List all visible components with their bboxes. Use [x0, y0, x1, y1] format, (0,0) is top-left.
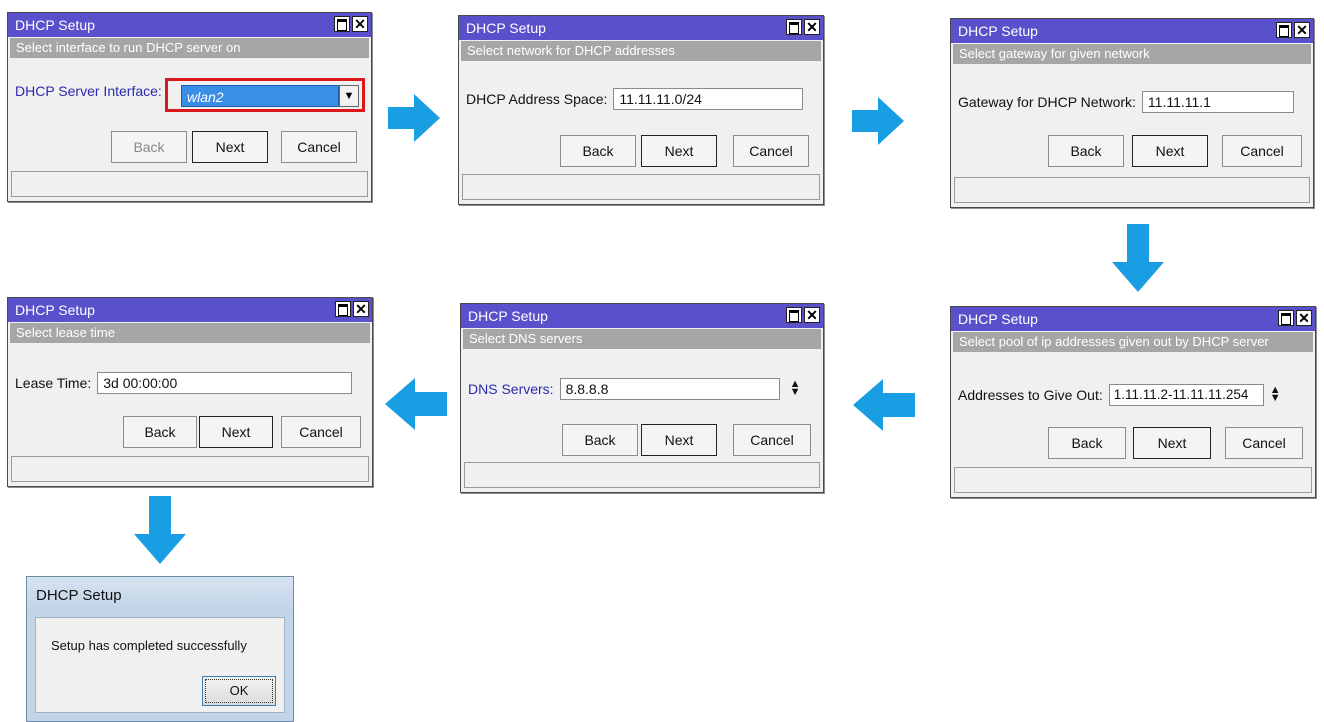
window-title: DHCP Setup: [468, 308, 548, 324]
interface-select-value: wlan2: [181, 85, 339, 107]
field-label: Lease Time:: [15, 375, 92, 391]
address-space-row: DHCP Address Space: 11.11.11.0/24: [466, 88, 804, 110]
arrow-icon: [1112, 224, 1164, 292]
status-bar: [11, 456, 369, 482]
cancel-button[interactable]: Cancel: [1222, 135, 1302, 167]
dialog-title: DHCP Setup: [27, 577, 293, 613]
dialog-body: Setup has completed successfully OK: [35, 617, 285, 713]
maximize-icon[interactable]: [786, 19, 802, 35]
dropdown-arrow-icon[interactable]: ▼: [339, 85, 359, 107]
back-button[interactable]: Back: [1048, 135, 1124, 167]
titlebar: DHCP Setup ✕: [951, 19, 1313, 43]
interface-select[interactable]: wlan2 ▼: [181, 85, 359, 107]
close-icon[interactable]: ✕: [804, 19, 820, 35]
close-icon[interactable]: ✕: [353, 301, 369, 317]
cancel-button[interactable]: Cancel: [733, 424, 811, 456]
window-title: DHCP Setup: [466, 20, 546, 36]
status-bar: [462, 174, 820, 200]
dhcp-setup-step2-window: DHCP Setup ✕ Select network for DHCP add…: [458, 15, 824, 205]
gateway-row: Gateway for DHCP Network: 11.11.11.1: [958, 91, 1294, 113]
status-bar: [464, 462, 820, 488]
dhcp-setup-step3-window: DHCP Setup ✕ Select gateway for given ne…: [950, 18, 1314, 208]
dhcp-setup-step4-window: DHCP Setup ✕ Select pool of ip addresses…: [950, 306, 1316, 498]
setup-complete-dialog: DHCP Setup Setup has completed successfu…: [26, 576, 294, 722]
dhcp-setup-step5-window: DHCP Setup ✕ Select DNS servers DNS Serv…: [460, 303, 824, 493]
window-title: DHCP Setup: [15, 302, 95, 318]
address-pool-row: Addresses to Give Out: 1.11.11.2-11.11.1…: [958, 384, 1281, 406]
field-label: DHCP Address Space:: [466, 91, 608, 107]
cancel-button[interactable]: Cancel: [733, 135, 809, 167]
dns-servers-input[interactable]: 8.8.8.8: [559, 378, 780, 400]
lease-time-input[interactable]: 3d 00:00:00: [97, 372, 353, 394]
arrow-icon: [852, 97, 904, 145]
step-subheader: Select lease time: [10, 323, 370, 343]
titlebar: DHCP Setup ✕: [8, 13, 371, 37]
step-subheader: Select network for DHCP addresses: [461, 41, 821, 61]
cancel-button[interactable]: Cancel: [281, 131, 357, 163]
arrow-icon: [385, 378, 447, 430]
status-bar: [954, 177, 1310, 203]
address-space-input[interactable]: 11.11.11.0/24: [613, 88, 804, 110]
next-button[interactable]: Next: [1132, 135, 1208, 167]
back-button[interactable]: Back: [1048, 427, 1126, 459]
next-button[interactable]: Next: [1133, 427, 1211, 459]
step-subheader: Select gateway for given network: [953, 44, 1311, 64]
back-button[interactable]: Back: [560, 135, 636, 167]
arrow-icon: [388, 94, 440, 142]
ok-button[interactable]: OK: [202, 676, 276, 706]
cancel-button[interactable]: Cancel: [281, 416, 361, 448]
close-icon[interactable]: ✕: [804, 307, 820, 323]
titlebar: DHCP Setup ✕: [951, 307, 1315, 331]
ok-button-label: OK: [205, 679, 273, 703]
interface-row: DHCP Server Interface:: [15, 83, 168, 99]
next-button[interactable]: Next: [199, 416, 273, 448]
spinner-icon[interactable]: ▲ ▼: [790, 379, 801, 398]
window-title: DHCP Setup: [15, 17, 95, 33]
back-button[interactable]: Back: [123, 416, 197, 448]
back-button[interactable]: Back: [111, 131, 187, 163]
maximize-icon[interactable]: [1278, 310, 1294, 326]
arrow-icon: [134, 496, 186, 564]
maximize-icon[interactable]: [335, 301, 351, 317]
close-icon[interactable]: ✕: [352, 16, 368, 32]
completion-message: Setup has completed successfully: [51, 638, 247, 653]
address-pool-input[interactable]: 1.11.11.2-11.11.11.254: [1108, 384, 1264, 406]
next-button[interactable]: Next: [641, 424, 717, 456]
field-label: Gateway for DHCP Network:: [958, 94, 1136, 110]
dhcp-setup-step1-window: DHCP Setup ✕ Select interface to run DHC…: [7, 12, 372, 202]
step-subheader: Select pool of ip addresses given out by…: [953, 332, 1313, 352]
next-button[interactable]: Next: [192, 131, 268, 163]
maximize-icon[interactable]: [1276, 22, 1292, 38]
gateway-input[interactable]: 11.11.11.1: [1141, 91, 1294, 113]
close-icon[interactable]: ✕: [1296, 310, 1312, 326]
titlebar: DHCP Setup ✕: [461, 304, 823, 328]
lease-time-row: Lease Time: 3d 00:00:00: [15, 372, 353, 394]
field-label: DHCP Server Interface:: [15, 83, 162, 99]
cancel-button[interactable]: Cancel: [1225, 427, 1303, 459]
step-subheader: Select interface to run DHCP server on: [10, 38, 369, 58]
spinner-icon[interactable]: ▲ ▼: [1270, 385, 1281, 404]
window-title: DHCP Setup: [958, 311, 1038, 327]
status-bar: [954, 467, 1312, 493]
titlebar: DHCP Setup ✕: [8, 298, 372, 322]
close-icon[interactable]: ✕: [1294, 22, 1310, 38]
step-subheader: Select DNS servers: [463, 329, 821, 349]
next-button[interactable]: Next: [641, 135, 717, 167]
maximize-icon[interactable]: [334, 16, 350, 32]
field-label: Addresses to Give Out:: [958, 387, 1103, 403]
titlebar: DHCP Setup ✕: [459, 16, 823, 40]
field-label: DNS Servers:: [468, 381, 554, 397]
window-title: DHCP Setup: [958, 23, 1038, 39]
back-button[interactable]: Back: [562, 424, 638, 456]
dhcp-setup-step6-window: DHCP Setup ✕ Select lease time Lease Tim…: [7, 297, 373, 487]
arrow-icon: [853, 379, 915, 431]
maximize-icon[interactable]: [786, 307, 802, 323]
dns-servers-row: DNS Servers: 8.8.8.8 ▲ ▼: [468, 378, 800, 400]
status-bar: [11, 171, 368, 197]
